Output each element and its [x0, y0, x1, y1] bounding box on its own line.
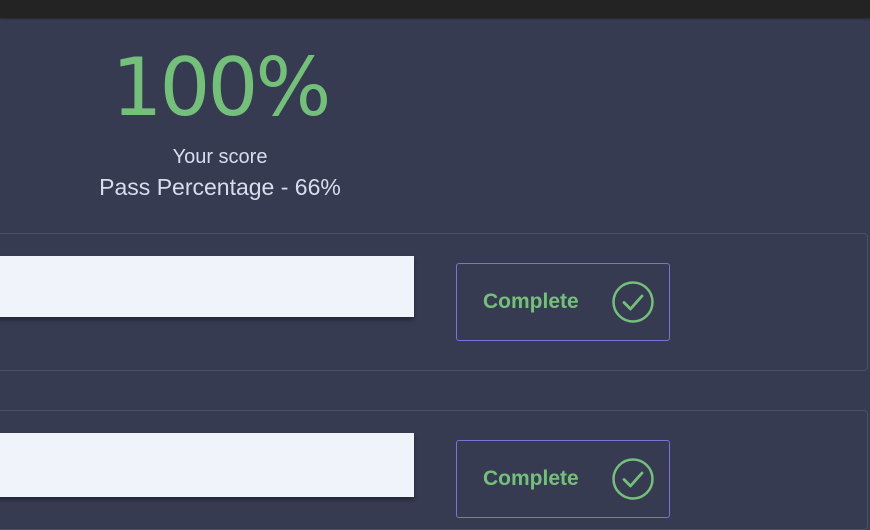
check-circle-icon	[612, 458, 654, 500]
pass-percentage: Pass Percentage - 66%	[99, 174, 341, 200]
score-value: 100%	[111, 41, 332, 134]
score-label: Your score	[172, 146, 268, 168]
status-complete-box: Complete	[456, 440, 670, 518]
answer-field	[0, 256, 414, 317]
answer-field	[0, 433, 414, 497]
top-bar	[0, 0, 870, 18]
result-row: Complete	[0, 233, 868, 371]
status-complete-box: Complete	[456, 263, 670, 341]
status-label: Complete	[483, 290, 579, 313]
score-summary: 100% Your score Pass Percentage - 66%	[70, 40, 370, 200]
status-label: Complete	[483, 467, 579, 490]
check-circle-icon	[612, 281, 654, 323]
result-row: Complete	[0, 410, 868, 530]
